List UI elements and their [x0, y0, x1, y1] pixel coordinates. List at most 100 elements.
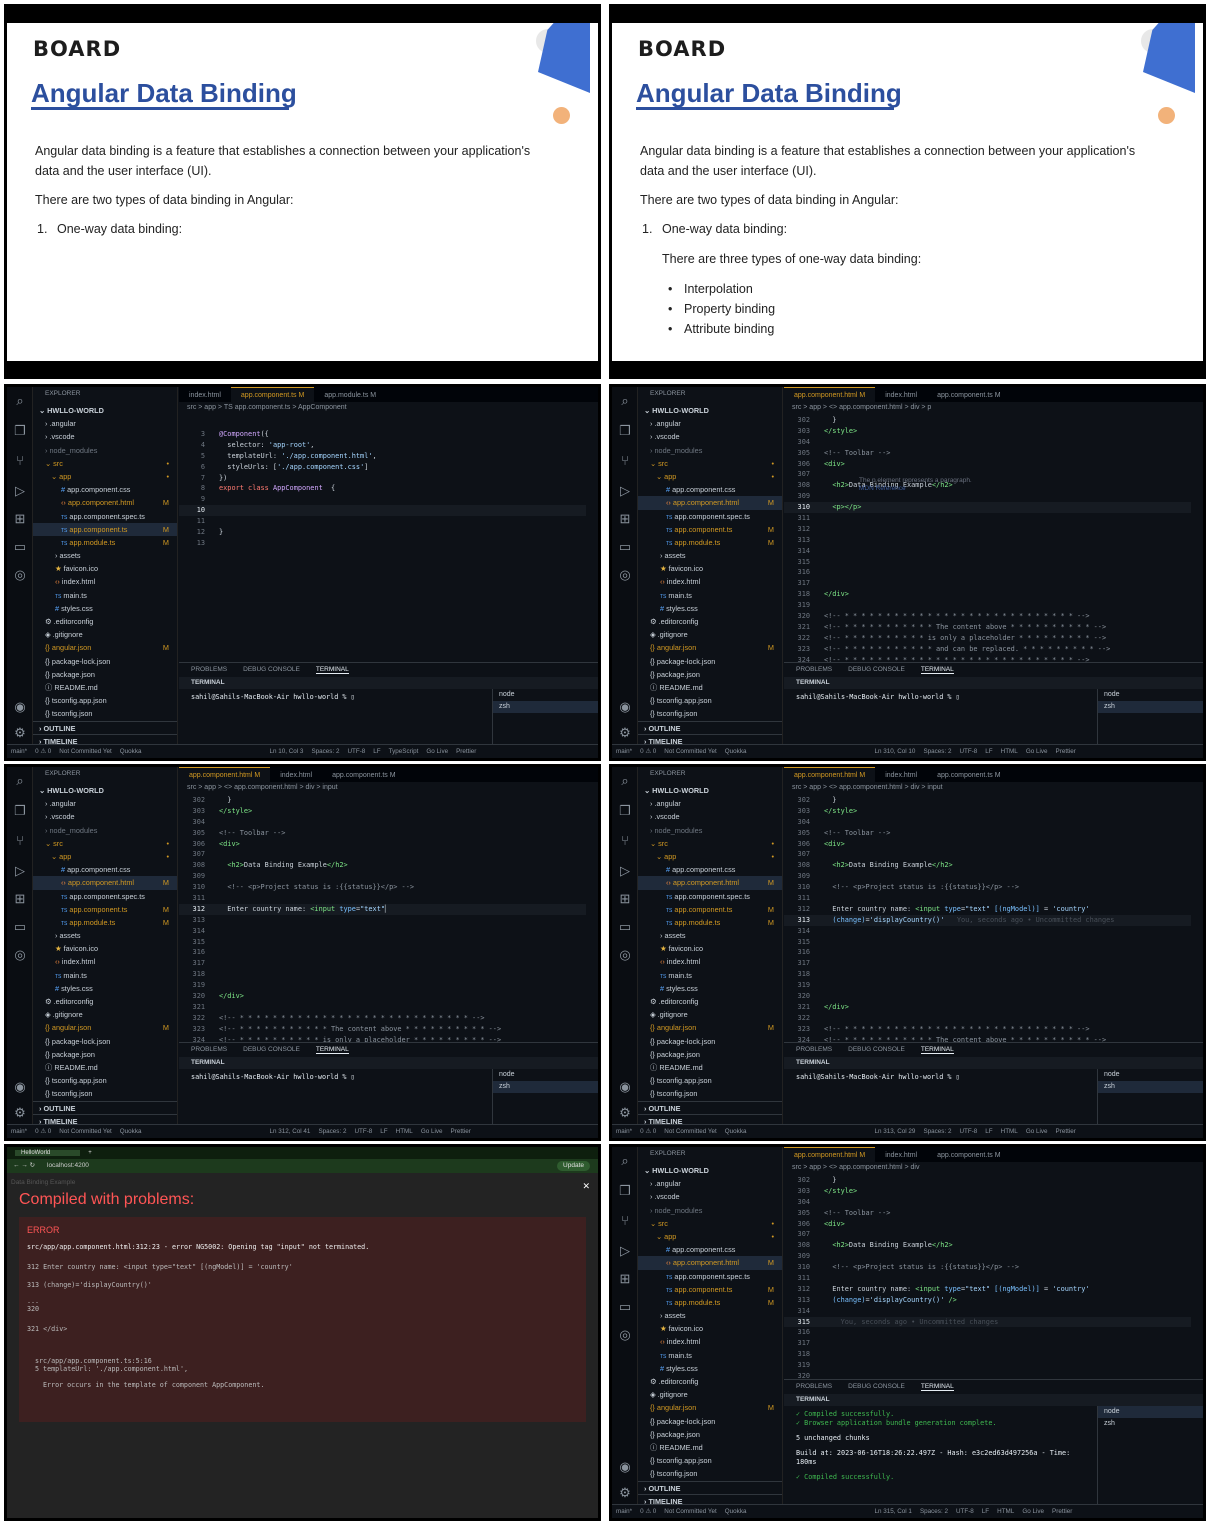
source-control-icon[interactable]: ⑂: [616, 1213, 634, 1229]
encoding-status[interactable]: UTF-8: [959, 748, 977, 755]
tree-item[interactable]: › node_modules: [33, 824, 177, 837]
tree-item[interactable]: TS app.module.ts M: [33, 536, 177, 549]
indent-status[interactable]: Spaces: 2: [318, 1128, 346, 1135]
tab-terminal[interactable]: TERMINAL: [315, 1046, 349, 1054]
github-icon[interactable]: ◎: [616, 947, 634, 963]
tree-item[interactable]: › assets: [33, 549, 177, 562]
tree-item[interactable]: {} package-lock.json: [33, 1035, 177, 1048]
tree-item[interactable]: TS main.ts: [638, 589, 782, 602]
breadcrumb[interactable]: src > app > <> app.component.html > div …: [784, 402, 1203, 414]
tree-item[interactable]: ⌄ src •: [638, 837, 782, 850]
tree-item[interactable]: ◈ .gitignore: [33, 628, 177, 641]
tab-problems[interactable]: PROBLEMS: [796, 1046, 832, 1053]
tab-app-component-html[interactable]: app.component.html M: [784, 387, 876, 402]
tree-item[interactable]: {} tsconfig.json: [638, 1087, 782, 1100]
tree-item[interactable]: ⚙ .editorconfig: [33, 995, 177, 1008]
tree-item[interactable]: # styles.css: [638, 982, 782, 995]
tree-item[interactable]: ⓘ README.md: [638, 1061, 782, 1074]
tree-item[interactable]: TS app.component.ts M: [33, 522, 177, 536]
tree-item[interactable]: ⓘ README.md: [33, 681, 177, 694]
branch-status[interactable]: main*: [616, 1128, 632, 1135]
extensions-icon[interactable]: ⊞: [616, 1271, 634, 1287]
eol-status[interactable]: LF: [985, 1128, 992, 1135]
breadcrumb[interactable]: src > app > <> app.component.html > div …: [784, 782, 1203, 794]
files-icon[interactable]: ❐: [11, 423, 29, 439]
tab-debug-console[interactable]: DEBUG CONSOLE: [243, 666, 300, 673]
remote-icon[interactable]: ▭: [616, 919, 634, 935]
tree-item[interactable]: {} tsconfig.app.json: [638, 694, 782, 707]
tree-item[interactable]: TS main.ts: [33, 969, 177, 982]
tree-item[interactable]: ⌄ src •: [638, 1217, 782, 1230]
search-icon[interactable]: ⌕: [616, 393, 634, 409]
language-status[interactable]: TypeScript: [389, 748, 419, 755]
tree-item[interactable]: TS app.component.spec.ts: [33, 510, 177, 523]
tree-item[interactable]: {} tsconfig.json: [638, 1467, 782, 1480]
gear-icon[interactable]: ⚙: [616, 725, 634, 741]
run-debug-icon[interactable]: ▷: [11, 483, 29, 499]
remote-icon[interactable]: ▭: [11, 539, 29, 555]
tree-item[interactable]: {} package.json: [33, 1048, 177, 1061]
tree-item[interactable]: TS main.ts: [33, 589, 177, 602]
tree-item[interactable]: ‹› app.component.html M: [638, 1256, 782, 1270]
tab-app-component-ts[interactable]: app.component.ts M: [322, 768, 405, 783]
gear-icon[interactable]: ⚙: [11, 1105, 29, 1121]
tree-item[interactable]: ⓘ README.md: [638, 681, 782, 694]
tree-item[interactable]: ★ favicon.ico: [638, 562, 782, 575]
terminal-zsh[interactable]: zsh: [1098, 1081, 1203, 1093]
encoding-status[interactable]: UTF-8: [956, 1508, 974, 1515]
tree-item[interactable]: › .vscode: [33, 810, 177, 823]
source-control-icon[interactable]: ⑂: [11, 833, 29, 849]
tree-item[interactable]: ★ favicon.ico: [638, 942, 782, 955]
tree-item[interactable]: ‹› app.component.html M: [638, 496, 782, 510]
terminal-output[interactable]: sahil@Sahils-MacBook-Air hwllo-world % ▯: [784, 689, 1093, 744]
cursor-position[interactable]: Ln 310, Col 10: [874, 748, 915, 755]
back-forward-reload-icons[interactable]: ← → ↻: [13, 1159, 35, 1173]
tab-debug-console[interactable]: DEBUG CONSOLE: [243, 1046, 300, 1053]
tree-item[interactable]: ⌄ src •: [33, 457, 177, 470]
prettier-status[interactable]: Prettier: [1056, 748, 1076, 755]
remote-icon[interactable]: ▭: [616, 1299, 634, 1315]
tree-item[interactable]: ⓘ README.md: [638, 1441, 782, 1454]
tree-item[interactable]: {} package.json: [638, 1428, 782, 1441]
tree-item[interactable]: › .vscode: [33, 430, 177, 443]
tab-app-component-ts[interactable]: app.component.ts M: [927, 388, 1010, 403]
go-live-button[interactable]: Go Live: [1026, 748, 1048, 755]
project-folder[interactable]: ⌄ HWLLO-WORLD: [33, 404, 177, 417]
account-icon[interactable]: ◉: [616, 699, 634, 715]
tab-index-html[interactable]: index.html: [875, 768, 927, 783]
tree-item[interactable]: › node_modules: [33, 444, 177, 457]
tab-app-component-ts[interactable]: app.component.ts M: [927, 768, 1010, 783]
tab-index-html[interactable]: index.html: [179, 388, 231, 403]
code-editor[interactable]: 302 } 303 </style> 304 305 <!-- Toolbar --…: [784, 795, 1191, 1045]
outline-section[interactable]: › OUTLINE: [33, 1100, 177, 1114]
tree-item[interactable]: ⌄ app •: [33, 850, 177, 863]
tab-index-html[interactable]: index.html: [270, 768, 322, 783]
terminal-zsh[interactable]: zsh: [1098, 701, 1203, 713]
account-icon[interactable]: ◉: [11, 699, 29, 715]
terminal-node[interactable]: node: [493, 689, 598, 701]
eol-status[interactable]: LF: [985, 748, 992, 755]
remote-icon[interactable]: ▭: [11, 919, 29, 935]
tree-item[interactable]: TS app.module.ts M: [33, 916, 177, 929]
tree-item[interactable]: ⌄ app •: [33, 470, 177, 483]
tab-terminal[interactable]: TERMINAL: [920, 1383, 954, 1391]
terminal-output[interactable]: ✓ Compiled successfully. ✓ Browser appli…: [784, 1406, 1093, 1504]
tree-item[interactable]: TS app.component.ts M: [638, 523, 782, 536]
outline-section[interactable]: › OUTLINE: [638, 1100, 782, 1114]
go-live-button[interactable]: Go Live: [1022, 1508, 1044, 1515]
tree-item[interactable]: # styles.css: [33, 982, 177, 995]
mdn-reference-link[interactable]: MDN Reference: [859, 485, 972, 493]
tab-app-module-ts[interactable]: app.module.ts M: [314, 388, 386, 403]
tab-index-html[interactable]: index.html: [875, 388, 927, 403]
tree-item[interactable]: # app.component.css: [638, 863, 782, 876]
files-icon[interactable]: ❐: [616, 423, 634, 439]
outline-section[interactable]: › OUTLINE: [638, 1480, 782, 1494]
tab-app-component-ts[interactable]: app.component.ts M: [230, 387, 315, 402]
tree-item[interactable]: {} tsconfig.app.json: [33, 1074, 177, 1087]
update-button[interactable]: Update: [557, 1161, 590, 1171]
branch-status[interactable]: main*: [616, 1508, 632, 1515]
tree-item[interactable]: › .vscode: [638, 430, 782, 443]
tree-item[interactable]: ⓘ README.md: [33, 1061, 177, 1074]
tree-item[interactable]: {} angular.json M: [638, 1401, 782, 1414]
tree-item[interactable]: ⌄ src •: [638, 457, 782, 470]
